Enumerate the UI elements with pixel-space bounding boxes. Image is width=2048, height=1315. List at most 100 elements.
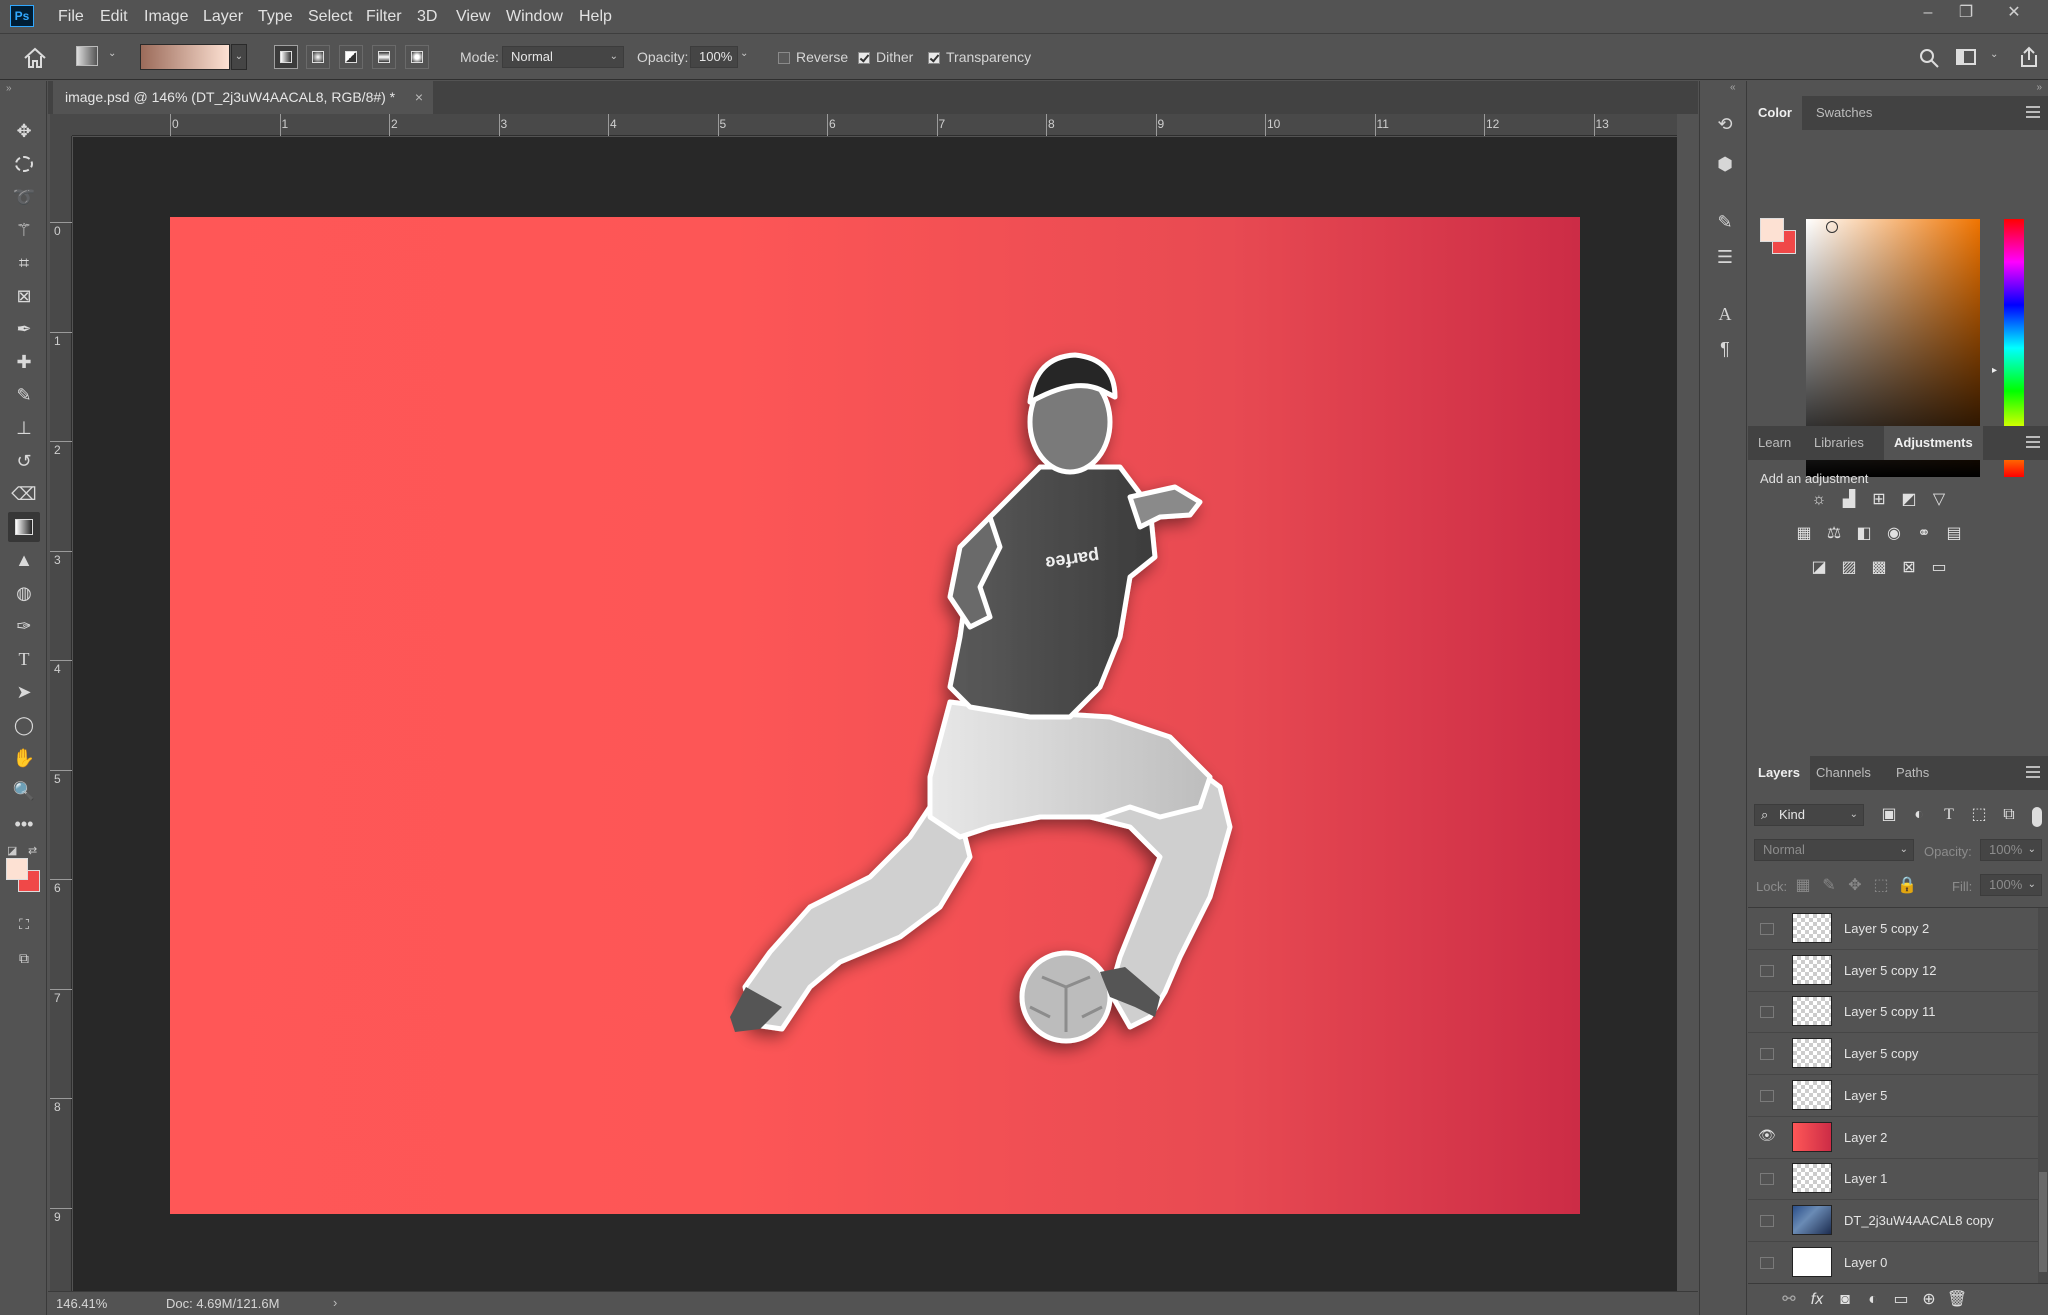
tab-adjustments[interactable]: Adjustments — [1884, 426, 1983, 460]
hue-saturation-icon[interactable]: ▦ — [1793, 524, 1815, 544]
visibility-toggle[interactable] — [1760, 964, 1774, 977]
brush-tool-icon[interactable]: ✎ — [8, 380, 40, 410]
lock-artboard-icon[interactable]: ⬚ — [1870, 876, 1892, 896]
layer-row[interactable]: 👁 Layer 2 — [1748, 1117, 2038, 1159]
character-panel-icon[interactable]: A — [1712, 301, 1738, 327]
layer-row[interactable]: Layer 5 copy 2 — [1748, 908, 2038, 950]
workspace-icon[interactable] — [1956, 49, 1976, 65]
clone-stamp-tool-icon[interactable]: ⊥ — [8, 413, 40, 443]
collapse-icon[interactable]: » — [2036, 82, 2042, 93]
move-tool-icon[interactable]: ✥ — [8, 116, 40, 146]
tool-preset-picker[interactable] — [76, 46, 98, 66]
minimize-button[interactable]: – — [1910, 0, 1946, 28]
vertical-ruler[interactable]: 0 1 2 3 4 5 6 7 8 9 — [50, 136, 72, 1291]
exposure-icon[interactable]: ◩ — [1898, 490, 1920, 510]
linear-gradient-button[interactable] — [274, 45, 298, 69]
frame-tool-icon[interactable]: ⊠ — [8, 281, 40, 311]
layer-row[interactable]: Layer 5 copy 12 — [1748, 950, 2038, 992]
chevron-down-icon[interactable]: ⌄ — [1990, 49, 1998, 60]
filter-shape-icon[interactable]: ⬚ — [1968, 805, 1990, 825]
panel-menu-icon[interactable] — [2026, 766, 2040, 778]
visibility-toggle[interactable] — [1760, 1089, 1774, 1102]
panel-menu-icon[interactable] — [2026, 436, 2040, 448]
dodge-tool-icon[interactable]: ◍ — [8, 578, 40, 608]
tab-color[interactable]: Color — [1748, 96, 1802, 130]
chevron-down-icon[interactable]: ⌄ — [108, 48, 116, 59]
menu-layer[interactable]: Layer — [197, 0, 249, 34]
opacity-input[interactable]: 100% — [690, 46, 738, 68]
layer-row[interactable]: Layer 1 — [1748, 1158, 2038, 1201]
transparency-checkbox[interactable] — [928, 52, 940, 64]
filter-pixel-icon[interactable]: ▣ — [1878, 805, 1900, 825]
gradient-tool-icon[interactable] — [8, 512, 40, 542]
color-balance-icon[interactable]: ⚖ — [1823, 524, 1845, 544]
radial-gradient-button[interactable] — [306, 45, 330, 69]
channel-mixer-icon[interactable]: ⚭ — [1913, 524, 1935, 544]
layers-scrollbar[interactable] — [2038, 908, 2048, 1283]
menu-window[interactable]: Window — [500, 0, 569, 34]
lasso-tool-icon[interactable]: ➰ — [8, 182, 40, 212]
zoom-tool-icon[interactable]: 🔍 — [8, 776, 40, 806]
history-brush-tool-icon[interactable]: ↺ — [8, 446, 40, 476]
tab-libraries[interactable]: Libraries — [1804, 426, 1874, 460]
foreground-color-swatch[interactable] — [6, 858, 28, 880]
menu-type[interactable]: Type — [252, 0, 299, 34]
ellipse-tool-icon[interactable]: ◯ — [8, 710, 40, 740]
hue-slider-handle-icon[interactable]: ▸ — [1992, 365, 1997, 376]
visibility-toggle[interactable] — [1760, 923, 1774, 935]
close-tab-icon[interactable]: × — [415, 81, 423, 114]
mode-select[interactable]: Normal ⌄ — [502, 46, 624, 68]
selective-color-icon[interactable]: ⊠ — [1898, 558, 1920, 578]
status-menu-arrow-icon[interactable]: › — [333, 1295, 337, 1310]
gradient-picker[interactable] — [140, 44, 230, 70]
dither-checkbox[interactable] — [858, 52, 870, 64]
type-tool-icon[interactable]: T — [8, 644, 40, 674]
posterize-icon[interactable]: ▨ — [1838, 558, 1860, 578]
layer-filter-select[interactable]: ⌕ Kind ⌄ — [1754, 804, 1864, 826]
history-panel-icon[interactable]: ⟲ — [1712, 111, 1738, 137]
menu-image[interactable]: Image — [138, 0, 194, 34]
visibility-eye-icon[interactable]: 👁 — [1758, 1127, 1776, 1143]
reflected-gradient-button[interactable] — [372, 45, 396, 69]
magic-wand-tool-icon[interactable]: ⚚ — [8, 215, 40, 245]
photo-filter-icon[interactable]: ◉ — [1883, 524, 1905, 544]
menu-filter[interactable]: Filter — [360, 0, 408, 34]
opacity-dropdown-icon[interactable]: ⌄ — [740, 48, 748, 59]
filter-adjustment-icon[interactable]: ◐ — [1908, 805, 1930, 825]
layer-opacity-input[interactable]: 100% ⌄ — [1980, 839, 2042, 861]
layer-style-icon[interactable]: fx — [1806, 1290, 1828, 1310]
pen-tool-icon[interactable]: ✑ — [8, 611, 40, 641]
eraser-tool-icon[interactable]: ⌫ — [8, 479, 40, 509]
blend-mode-select[interactable]: Normal ⌄ — [1754, 839, 1914, 861]
default-colors-icon[interactable]: ◪ — [7, 844, 17, 857]
new-group-icon[interactable]: ▭ — [1890, 1290, 1912, 1310]
brush-settings-panel-icon[interactable]: ✎ — [1712, 209, 1738, 235]
lock-transparent-icon[interactable]: ▦ — [1792, 876, 1814, 896]
tab-learn[interactable]: Learn — [1748, 426, 1801, 460]
angle-gradient-button[interactable] — [339, 45, 363, 69]
menu-file[interactable]: File — [52, 0, 90, 34]
filter-type-icon[interactable]: T — [1938, 805, 1960, 825]
marquee-tool-icon[interactable] — [8, 149, 40, 179]
delete-layer-icon[interactable]: 🗑 — [1946, 1290, 1968, 1310]
new-adjustment-layer-icon[interactable]: ◐ — [1862, 1290, 1884, 1310]
diamond-gradient-button[interactable] — [405, 45, 429, 69]
visibility-toggle[interactable] — [1760, 1048, 1774, 1061]
vibrance-icon[interactable]: ▽ — [1928, 490, 1950, 510]
collapse-icon[interactable]: » — [6, 83, 12, 94]
layer-row[interactable]: Layer 5 copy — [1748, 1033, 2038, 1076]
properties-panel-icon[interactable]: ☰ — [1712, 244, 1738, 270]
ruler-origin[interactable] — [50, 114, 72, 136]
link-layers-icon[interactable]: ⚯ — [1778, 1290, 1800, 1310]
document-canvas[interactable]: ʚǝɟɹɐd — [170, 217, 1580, 1214]
blur-tool-icon[interactable]: ▲ — [8, 545, 40, 575]
layer-row[interactable]: DT_2j3uW4AACAL8 copy — [1748, 1200, 2038, 1242]
more-tools-icon[interactable]: ••• — [8, 809, 40, 839]
gradient-map-icon[interactable]: ▭ — [1928, 558, 1950, 578]
visibility-toggle[interactable] — [1760, 1256, 1774, 1269]
layer-row[interactable]: Layer 5 — [1748, 1075, 2038, 1117]
menu-select[interactable]: Select — [302, 0, 358, 34]
tab-channels[interactable]: Channels — [1806, 756, 1881, 790]
menu-help[interactable]: Help — [573, 0, 618, 34]
tab-layers[interactable]: Layers — [1748, 756, 1810, 790]
